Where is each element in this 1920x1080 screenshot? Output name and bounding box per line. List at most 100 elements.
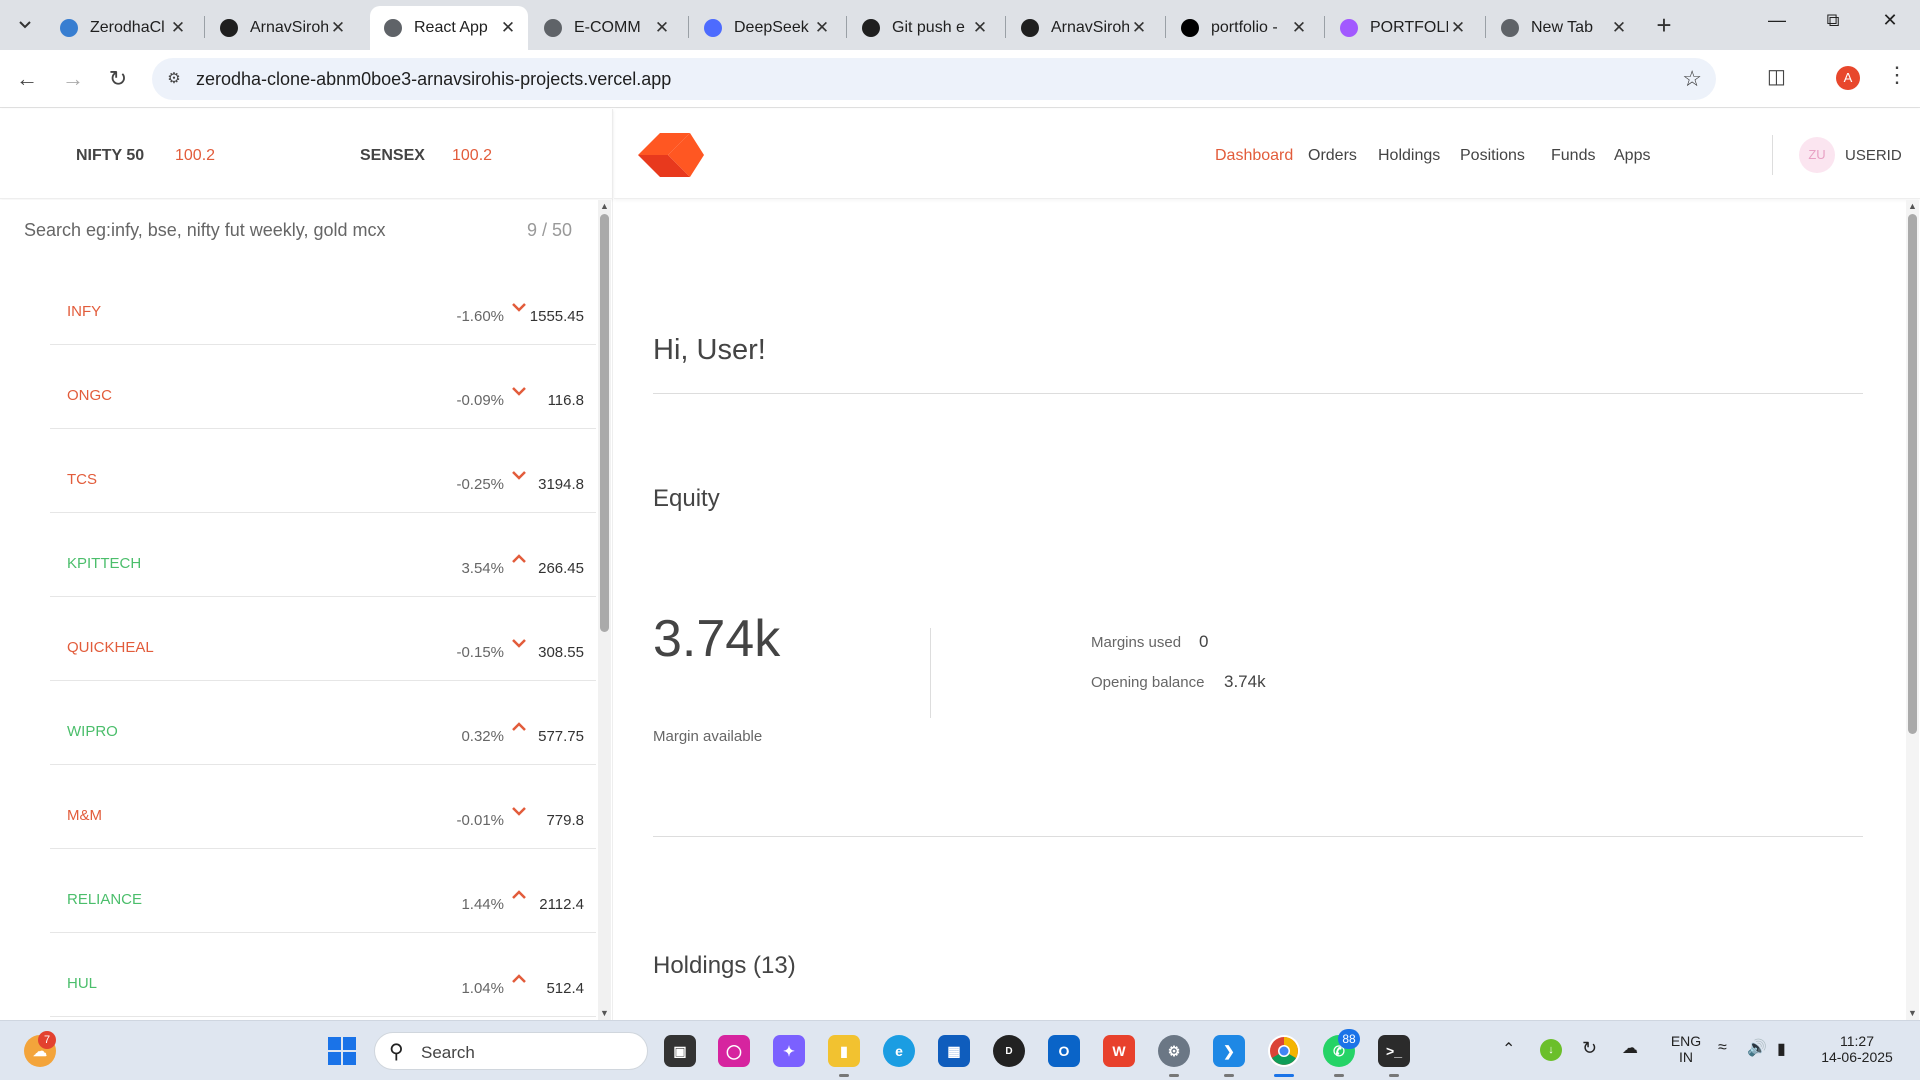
scroll-down-arrow-icon[interactable]: ▼ xyxy=(598,1007,611,1020)
watchlist-item[interactable]: RELIANCE 1.44% 2112.4 xyxy=(50,849,596,933)
close-tab-icon[interactable]: ✕ xyxy=(328,18,348,38)
address-bar[interactable]: ⚙ zerodha-clone-abnm0boe3-arnavsirohis-p… xyxy=(152,58,1716,100)
watchlist-item[interactable]: KPITTECH 3.54% 266.45 xyxy=(50,513,596,597)
watchlist-item[interactable]: M&M -0.01% 779.8 xyxy=(50,765,596,849)
profile-avatar[interactable]: A xyxy=(1836,66,1860,90)
browser-menu-icon[interactable]: ⋮ xyxy=(1886,62,1908,88)
tab-search-button[interactable] xyxy=(10,10,40,40)
settings-gear-icon[interactable]: ⚙ xyxy=(1158,1035,1190,1067)
tray-overflow-chevron-icon[interactable]: ⌃ xyxy=(1502,1039,1515,1059)
wifi-icon[interactable]: ≈ xyxy=(1718,1039,1727,1057)
search-input[interactable] xyxy=(0,200,598,260)
browser-tab[interactable]: New Tab ✕ xyxy=(1487,6,1639,50)
forward-button[interactable]: → xyxy=(58,64,88,94)
dashboard-scrollbar[interactable]: ▲ ▼ xyxy=(1906,200,1919,1020)
watchlist-item[interactable]: ONGC -0.09% 116.8 xyxy=(50,345,596,429)
chevron-up-icon xyxy=(512,722,526,731)
reload-button[interactable]: ↻ xyxy=(103,64,133,94)
close-tab-icon[interactable]: ✕ xyxy=(652,18,672,38)
dell-icon[interactable]: D xyxy=(993,1035,1025,1067)
battery-icon[interactable]: ▮ xyxy=(1777,1039,1786,1059)
browser-tab[interactable]: ArnavSiroh ✕ xyxy=(1007,6,1159,50)
bookmark-star-icon[interactable]: ☆ xyxy=(1682,66,1702,92)
cloud-off-icon[interactable]: ☁ xyxy=(1622,1038,1638,1058)
copilot-icon[interactable]: ✦ xyxy=(773,1035,805,1067)
nav-item-apps[interactable]: Apps xyxy=(1614,147,1650,165)
browser-tab[interactable]: ArnavSiroh ✕ xyxy=(206,6,358,50)
close-tab-icon[interactable]: ✕ xyxy=(168,18,188,38)
divider xyxy=(653,393,1863,394)
tab-label: React App xyxy=(414,19,488,36)
nav-item-holdings[interactable]: Holdings xyxy=(1378,147,1440,165)
close-tab-icon[interactable]: ✕ xyxy=(498,18,518,38)
volume-icon[interactable]: 🔊 xyxy=(1747,1038,1767,1058)
nav-item-orders[interactable]: Orders xyxy=(1308,147,1357,165)
vscode-icon[interactable]: ❯ xyxy=(1213,1035,1245,1067)
browser-tab[interactable]: E-COMM ✕ xyxy=(530,6,682,50)
watchlist-item[interactable]: WIPRO 0.32% 577.75 xyxy=(50,681,596,765)
region-code: IN xyxy=(1679,1049,1693,1065)
task-view-icon[interactable]: ▣ xyxy=(664,1035,696,1067)
user-id[interactable]: USERID xyxy=(1845,147,1902,164)
index-name-sensex: SENSEX xyxy=(360,147,425,164)
nav-item-dashboard[interactable]: Dashboard xyxy=(1215,147,1293,165)
minimize-button[interactable]: — xyxy=(1757,10,1797,31)
running-indicator xyxy=(839,1074,849,1077)
clock-time: 11:27 xyxy=(1840,1033,1874,1049)
windows-start-icon[interactable] xyxy=(326,1035,358,1067)
sync-icon[interactable]: ↻ xyxy=(1582,1038,1597,1059)
tray-app-icon[interactable]: ↓ xyxy=(1540,1039,1562,1061)
watchlist-item[interactable]: INFY -1.60% 1555.45 xyxy=(50,261,596,345)
new-tab-button[interactable]: + xyxy=(1650,12,1678,38)
nav-divider xyxy=(1772,135,1773,175)
stock-name: KPITTECH xyxy=(67,555,142,572)
stock-change-percent: -1.60% xyxy=(456,308,504,325)
nav-item-funds[interactable]: Funds xyxy=(1551,147,1595,165)
restore-button[interactable]: ⧉ xyxy=(1813,10,1853,31)
vertical-divider xyxy=(930,628,931,718)
close-tab-icon[interactable]: ✕ xyxy=(970,18,990,38)
extensions-icon[interactable]: ◫ xyxy=(1767,64,1786,89)
tab-separator xyxy=(204,16,205,38)
instagram-icon[interactable]: ◯ xyxy=(718,1035,750,1067)
chrome-icon xyxy=(1501,19,1519,37)
nav-item-positions[interactable]: Positions xyxy=(1460,147,1525,165)
watchlist-scrollbar[interactable]: ▲ ▼ xyxy=(598,200,611,1020)
chrome-taskbar-icon[interactable] xyxy=(1268,1035,1300,1067)
wps-office-icon[interactable]: W xyxy=(1103,1035,1135,1067)
close-window-button[interactable]: ✕ xyxy=(1870,10,1910,31)
browser-tab[interactable]: Git push e ✕ xyxy=(848,6,1000,50)
taskbar-search[interactable]: ⚲ Search xyxy=(374,1032,648,1070)
close-tab-icon[interactable]: ✕ xyxy=(1448,18,1468,38)
close-tab-icon[interactable]: ✕ xyxy=(1129,18,1149,38)
chevron-down-icon xyxy=(512,387,526,396)
scroll-up-arrow-icon[interactable]: ▲ xyxy=(598,200,611,213)
watchlist-item[interactable]: TCS -0.25% 3194.8 xyxy=(50,429,596,513)
watchlist-count: 9 / 50 xyxy=(526,220,572,240)
site-info-icon[interactable]: ⚙ xyxy=(164,69,184,89)
user-avatar[interactable]: ZU xyxy=(1799,137,1835,173)
scroll-up-arrow-icon[interactable]: ▲ xyxy=(1906,200,1919,213)
browser-tab[interactable]: DeepSeek ✕ xyxy=(690,6,842,50)
scrollbar-thumb[interactable] xyxy=(600,214,609,632)
language-indicator[interactable]: ENG IN xyxy=(1668,1033,1704,1065)
back-button[interactable]: ← xyxy=(12,64,42,94)
file-explorer-icon[interactable]: ▮ xyxy=(828,1035,860,1067)
terminal-icon[interactable]: >_ xyxy=(1378,1035,1410,1067)
watchlist-item[interactable]: QUICKHEAL -0.15% 308.55 xyxy=(50,597,596,681)
browser-tab[interactable]: PORTFOLIO✕ xyxy=(1326,6,1478,50)
outlook-icon[interactable]: O xyxy=(1048,1035,1080,1067)
close-tab-icon[interactable]: ✕ xyxy=(812,18,832,38)
browser-tab[interactable]: portfolio - ✕ xyxy=(1167,6,1319,50)
edge-icon[interactable]: e xyxy=(883,1035,915,1067)
browser-tab[interactable]: ZerodhaCl ✕ xyxy=(46,6,198,50)
scroll-down-arrow-icon[interactable]: ▼ xyxy=(1906,1007,1919,1020)
watchlist-item[interactable]: HUL 1.04% 512.4 xyxy=(50,933,596,1017)
stock-price: 512.4 xyxy=(546,980,584,997)
clock[interactable]: 11:27 14-06-2025 xyxy=(1812,1033,1902,1065)
browser-tab[interactable]: React App ✕ xyxy=(370,6,528,50)
close-tab-icon[interactable]: ✕ xyxy=(1289,18,1309,38)
scrollbar-thumb[interactable] xyxy=(1908,214,1917,734)
microsoft-store-icon[interactable]: ▦ xyxy=(938,1035,970,1067)
close-tab-icon[interactable]: ✕ xyxy=(1609,18,1629,38)
